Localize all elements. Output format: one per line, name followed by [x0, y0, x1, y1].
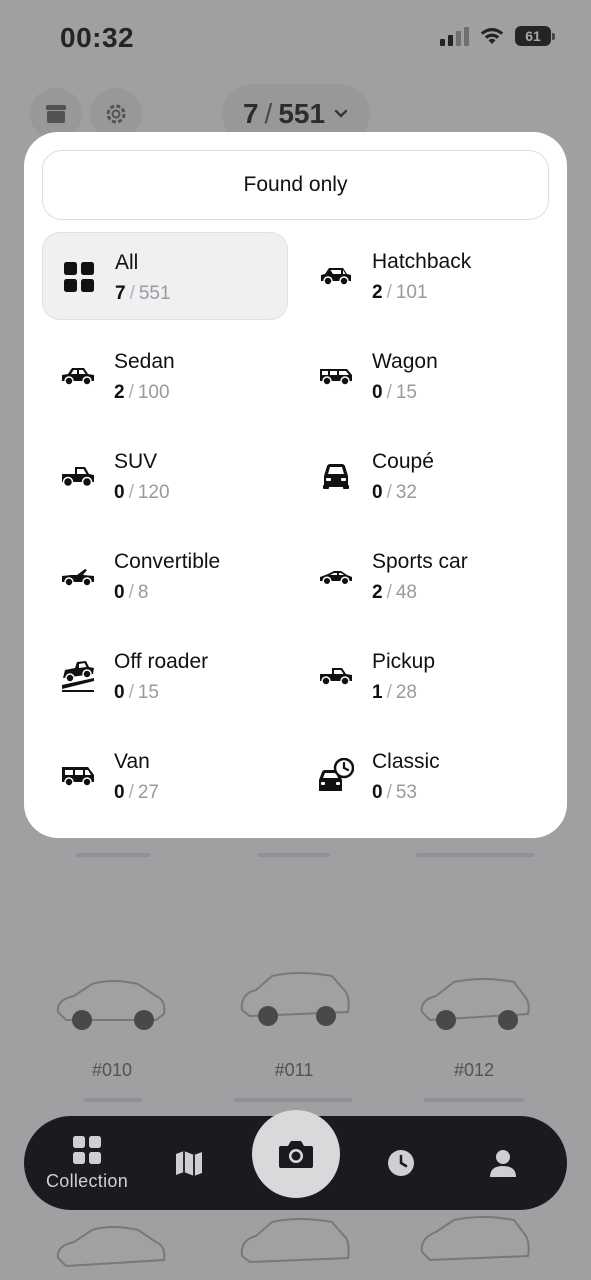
category-count: 2/100	[114, 382, 170, 403]
off-roader-icon	[62, 661, 94, 692]
found-only-toggle[interactable]: Found only	[42, 150, 549, 220]
category-item-classic[interactable]: Classic 0/53	[300, 732, 546, 820]
category-count: 0/15	[372, 382, 417, 403]
hatchback-icon	[321, 268, 351, 286]
category-name: Sports car	[372, 550, 468, 573]
sports-car-icon	[320, 571, 352, 586]
camera-icon	[279, 1141, 313, 1168]
category-count: 0/32	[372, 482, 417, 503]
nav-profile-tab[interactable]	[478, 1116, 528, 1210]
nav-collection-tab[interactable]: Collection	[36, 1116, 138, 1210]
category-item-hatchback[interactable]: Hatchback 2/101	[300, 232, 546, 320]
category-count: 0/120	[114, 482, 170, 503]
category-item-off-roader[interactable]: Off roader 0/15	[42, 632, 288, 720]
category-item-suv[interactable]: SUV 0/120	[42, 432, 288, 520]
category-count: 0/8	[114, 582, 149, 603]
app-screen: 00:32 61 7 / 551 #010 #011 #012 Collecti…	[0, 0, 591, 1280]
category-name: Wagon	[372, 350, 438, 373]
classic-icon	[319, 758, 354, 791]
category-item-convertible[interactable]: Convertible 0/8	[42, 532, 288, 620]
category-name: Sedan	[114, 350, 175, 373]
suv-icon	[62, 467, 94, 488]
wagon-icon	[320, 369, 352, 386]
pickup-icon	[320, 668, 352, 686]
category-count: 1/28	[372, 682, 417, 703]
category-name: All	[115, 251, 139, 274]
category-name: Hatchback	[372, 250, 472, 273]
van-icon	[62, 767, 94, 787]
sedan-icon	[62, 368, 94, 386]
category-name: Pickup	[372, 650, 436, 673]
grid-icon	[64, 262, 94, 292]
category-count: 0/15	[114, 682, 159, 703]
category-item-van[interactable]: Van 0/27	[42, 732, 288, 820]
category-filter-popup: Found only All 7/551 Hatchback 2/101 Sed…	[24, 132, 567, 838]
category-count: 2/101	[372, 282, 428, 303]
category-name: Van	[114, 750, 150, 773]
grid-icon	[73, 1135, 101, 1164]
person-icon	[490, 1150, 516, 1177]
camera-button[interactable]	[252, 1110, 340, 1198]
category-name: Convertible	[114, 550, 221, 573]
category-item-wagon[interactable]: Wagon 0/15	[300, 332, 546, 420]
category-name: Coupé	[372, 450, 434, 473]
category-item-pickup[interactable]: Pickup 1/28	[300, 632, 546, 720]
map-icon	[176, 1151, 202, 1176]
category-item-sports-car[interactable]: Sports car 2/48	[300, 532, 546, 620]
category-count: 0/53	[372, 782, 417, 803]
nav-collection-label: Collection	[45, 1170, 129, 1191]
bottom-nav-bar: Collection	[24, 1110, 567, 1210]
category-name: Off roader	[114, 650, 209, 673]
category-count: 2/48	[372, 582, 417, 603]
nav-history-tab[interactable]	[376, 1116, 426, 1210]
coupe-icon	[323, 464, 349, 489]
category-name: Classic	[372, 750, 440, 773]
convertible-icon	[62, 569, 94, 587]
category-count: 0/27	[114, 782, 159, 803]
category-item-sedan[interactable]: Sedan 2/100	[42, 332, 288, 420]
category-name: SUV	[114, 450, 158, 473]
category-count: 7/551	[115, 283, 171, 304]
category-item-coupe[interactable]: Coupé 0/32	[300, 432, 546, 520]
category-item-all[interactable]: All 7/551	[42, 232, 288, 320]
clock-icon	[388, 1150, 414, 1176]
nav-map-tab[interactable]	[164, 1116, 214, 1210]
